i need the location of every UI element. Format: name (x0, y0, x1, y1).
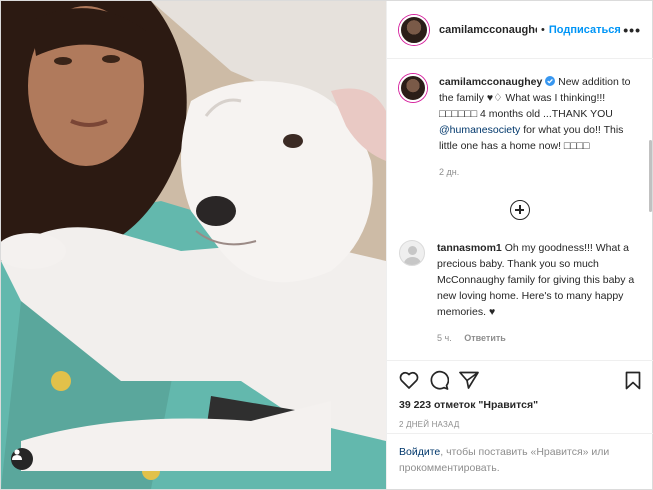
action-bar: 39 223 отметок "Нравится" 2 ДНЕЙ НАЗАД (387, 360, 653, 429)
share-icon[interactable] (459, 371, 479, 389)
caption-username[interactable]: camilamcconaughey (439, 76, 542, 88)
scrollbar-thumb[interactable] (649, 140, 652, 212)
verified-icon (545, 76, 556, 86)
gem-emoji-icon: ♢ (493, 92, 503, 104)
comment-meta: 5 ч. Ответить (437, 330, 637, 346)
instagram-post: camilamcconaughe • Подписаться ••• camil… (0, 0, 653, 490)
author-avatar[interactable] (399, 14, 429, 45)
caption-body: camilamcconaughey New addition to the fa… (439, 74, 639, 180)
user-tag-icon (12, 449, 22, 460)
author-username[interactable]: camilamcconaughe (439, 24, 537, 36)
comment-body: tannasmom1 Oh my goodness!!! What a prec… (437, 240, 637, 346)
emoji-placeholders-1: □□□□□□ (439, 108, 478, 120)
mention-link[interactable]: @humanesociety (439, 124, 520, 136)
post-header: camilamcconaughe • Подписаться ••• (387, 1, 653, 59)
heart-icon[interactable] (399, 371, 419, 389)
hands-emoji-icon: ♥ (488, 306, 496, 318)
caption: camilamcconaughey New addition to the fa… (399, 74, 641, 180)
caption-avatar[interactable] (399, 74, 427, 102)
comment-username[interactable]: tannasmom1 (437, 242, 502, 254)
reply-button[interactable]: Ответить (464, 333, 506, 343)
more-icon[interactable]: ••• (623, 22, 641, 38)
comments-panel[interactable]: camilamcconaughey New addition to the fa… (387, 60, 653, 360)
caption-text-3: 4 months old ...THANK YOU (477, 108, 613, 120)
caption-time[interactable]: 2 дн. (439, 167, 459, 177)
commenter-avatar[interactable] (399, 240, 425, 266)
login-prompt: Войдите, чтобы поставить «Нравится» или … (387, 433, 653, 486)
emoji-placeholders-2: □□□□ (563, 140, 590, 152)
likes-count[interactable]: 39 223 отметок "Нравится" (399, 399, 641, 411)
post-sidebar: camilamcconaughe • Подписаться ••• camil… (386, 1, 653, 489)
caption-meta: 2 дн. (439, 164, 639, 180)
user-tag-button[interactable] (11, 448, 33, 470)
login-link[interactable]: Войдите (399, 446, 440, 458)
comments-scrollbar[interactable] (648, 60, 653, 360)
header-separator: • (541, 23, 545, 36)
load-more-comments[interactable] (399, 200, 641, 220)
action-icons (399, 369, 641, 391)
bookmark-icon[interactable] (625, 371, 641, 390)
add-comments-icon[interactable] (510, 200, 530, 220)
comment-icon[interactable] (429, 370, 449, 390)
post-photo[interactable] (1, 1, 386, 489)
post-date[interactable]: 2 ДНЕЙ НАЗАД (399, 420, 641, 429)
photo-illustration (1, 1, 386, 489)
comment-time[interactable]: 5 ч. (437, 333, 452, 343)
caption-text-2: What was I thinking!!! (502, 92, 606, 104)
comment-item: tannasmom1 Oh my goodness!!! What a prec… (399, 240, 641, 346)
follow-button[interactable]: Подписаться (549, 24, 621, 36)
